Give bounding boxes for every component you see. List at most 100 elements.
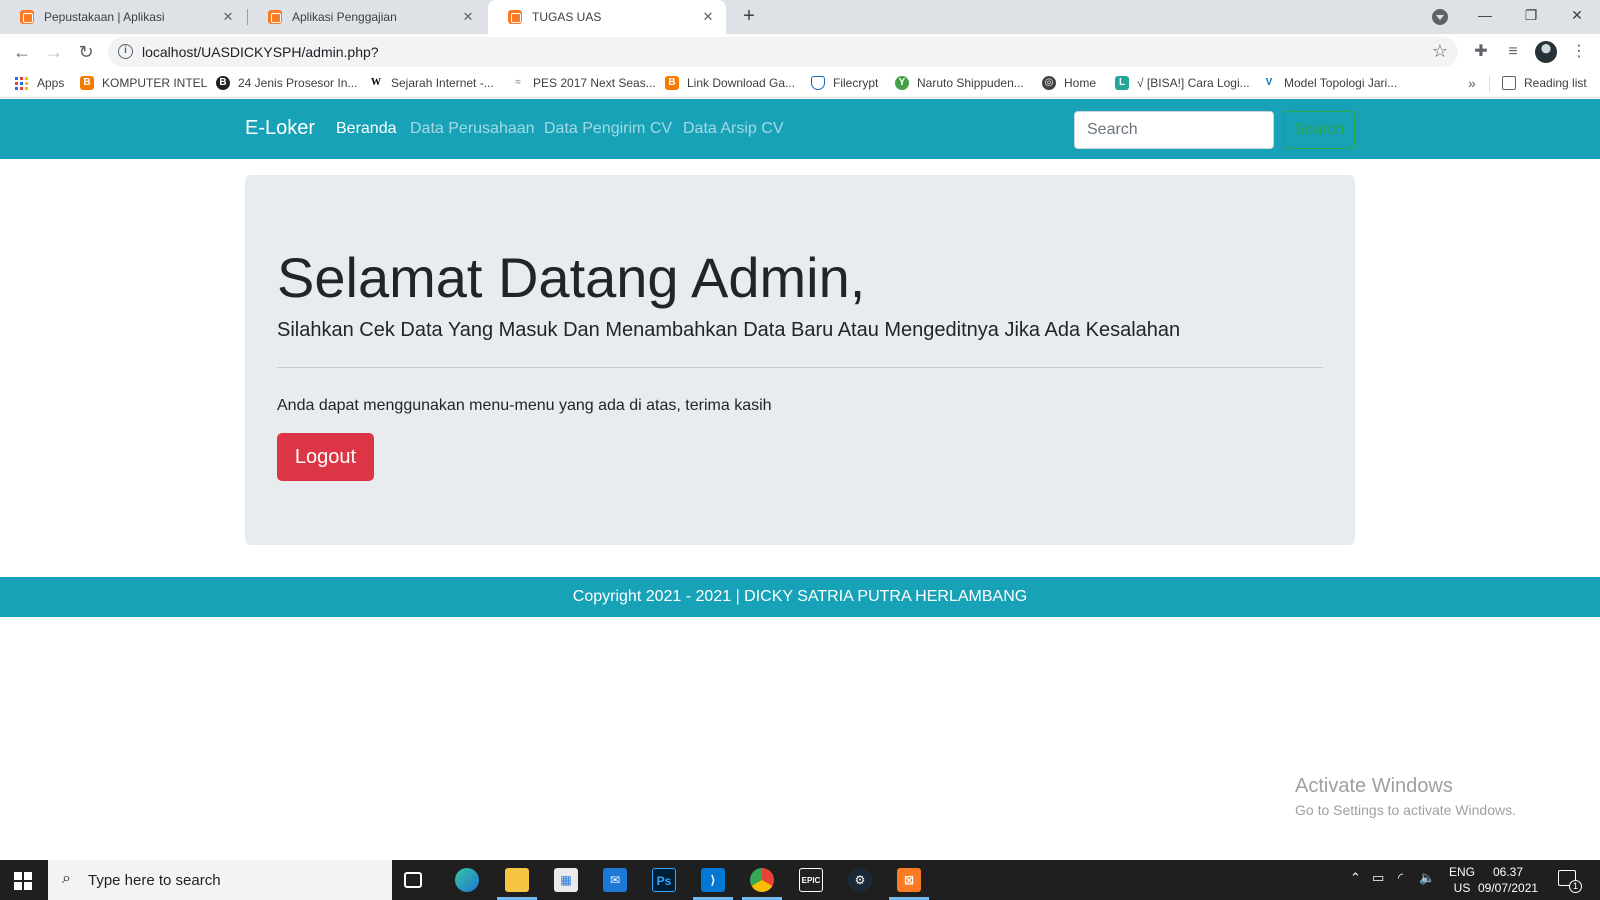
bookmark-label: √ [BISA!] Cara Logi... <box>1137 76 1250 90</box>
clock-time: 06.37 <box>1492 865 1524 879</box>
tab-pepustakaan[interactable]: Pepustakaan | Aplikasi ✕ <box>0 0 246 34</box>
divider <box>277 367 1323 368</box>
url-text[interactable]: localhost/UASDICKYSPH/admin.php? <box>142 44 379 60</box>
bookmark-star-icon[interactable]: ☆ <box>1432 41 1448 62</box>
bookmark-label: Sejarah Internet -... <box>391 76 494 90</box>
close-window-button[interactable]: ✕ <box>1554 0 1600 30</box>
globe-icon: ◎ <box>1042 76 1056 90</box>
bookmark-label: Apps <box>37 76 65 90</box>
chrome-icon[interactable] <box>750 868 774 892</box>
windows-start-icon[interactable] <box>14 872 32 890</box>
epic-games-icon[interactable]: EPIC <box>799 868 823 892</box>
tab-title: Aplikasi Penggajian <box>292 10 397 24</box>
bookmark-link-download[interactable]: B Link Download Ga... <box>665 76 795 90</box>
windows-taskbar: ⌕ Type here to search ▦ ✉ Ps ⟩ EPIC ⚙ ⊠ … <box>0 860 1600 900</box>
restore-button[interactable]: ❐ <box>1508 0 1554 30</box>
xampp-icon[interactable]: ⊠ <box>897 868 921 892</box>
minimize-button[interactable]: — <box>1462 0 1508 30</box>
nav-link-data-arsip-cv[interactable]: Data Arsip CV <box>683 120 783 138</box>
clock-date: 09/07/2021 <box>1478 881 1539 895</box>
info-icon[interactable]: i <box>118 44 133 59</box>
new-tab-button[interactable]: + <box>738 6 760 28</box>
nav-link-beranda[interactable]: Beranda <box>336 120 397 138</box>
reading-list-label: Reading list <box>1524 76 1587 90</box>
reading-list-icon <box>1502 76 1516 90</box>
bookmark-filecrypt[interactable]: Filecrypt <box>811 76 878 90</box>
steam-icon[interactable]: ⚙ <box>848 868 872 892</box>
pes-icon: ≈ <box>511 76 525 90</box>
taskbar-clock[interactable]: 06.37 09/07/2021 <box>1478 864 1538 896</box>
search-input[interactable] <box>1074 111 1274 149</box>
bookmark-naruto-shippuden[interactable]: Y Naruto Shippuden... <box>895 76 1024 90</box>
apps-grid-icon <box>15 76 28 90</box>
logout-button[interactable]: Logout <box>277 433 374 481</box>
back-arrow-icon[interactable]: ← <box>10 40 34 64</box>
chevron-double-right-icon[interactable]: » <box>1468 75 1476 91</box>
bookmark-24-jenis-prosesor[interactable]: B 24 Jenis Prosesor In... <box>216 76 357 90</box>
language-indicator[interactable]: ENG US <box>1447 864 1477 896</box>
volume-muted-icon[interactable]: 🔈 <box>1419 870 1435 886</box>
media-playlist-icon[interactable]: ≡ <box>1501 40 1525 64</box>
bookmark-label: Link Download Ga... <box>687 76 796 90</box>
bookmark-sejarah-internet[interactable]: W Sejarah Internet -... <box>369 76 494 90</box>
store-icon[interactable]: ▦ <box>554 868 578 892</box>
file-explorer-icon[interactable] <box>505 868 529 892</box>
bookmark-label: Model Topologi Jari... <box>1284 76 1398 90</box>
close-icon[interactable]: ✕ <box>460 9 476 25</box>
v-icon: V <box>1262 76 1276 90</box>
bookmark-home[interactable]: ◎ Home <box>1042 76 1096 90</box>
extensions-puzzle-icon[interactable]: ✚ <box>1469 40 1493 64</box>
blogger-icon: B <box>80 76 94 90</box>
activate-windows-title: Activate Windows <box>1295 775 1453 797</box>
bookmark-divider <box>1489 76 1490 92</box>
reload-icon[interactable]: ↻ <box>74 40 98 64</box>
tab-search-icon[interactable] <box>1432 9 1448 25</box>
activate-windows-subtitle: Go to Settings to activate Windows. <box>1295 802 1516 818</box>
battery-icon[interactable]: ▭ <box>1372 870 1384 886</box>
chevron-up-icon[interactable]: ⌃ <box>1350 870 1361 886</box>
vscode-icon[interactable]: ⟩ <box>701 868 725 892</box>
bookmark-apps[interactable]: Apps <box>15 76 64 90</box>
bookmark-komputer-intel[interactable]: B KOMPUTER INTEL <box>80 76 207 90</box>
search-button[interactable]: Search <box>1283 111 1355 149</box>
bookmark-label: PES 2017 Next Seas... <box>533 76 656 90</box>
nav-link-data-pengirim-cv[interactable]: Data Pengirim CV <box>544 120 672 138</box>
reading-list-button[interactable]: Reading list <box>1502 76 1587 90</box>
bookmark-model-topologi[interactable]: V Model Topologi Jari... <box>1262 76 1397 90</box>
search-icon: ⌕ <box>62 870 71 887</box>
notification-center-icon[interactable]: 1 <box>1558 870 1582 893</box>
xampp-favicon-icon <box>268 10 282 24</box>
tab-aplikasi-penggajian[interactable]: Aplikasi Penggajian ✕ <box>248 0 486 34</box>
kebab-menu-icon[interactable]: ⋮ <box>1567 40 1591 64</box>
nav-link-data-perusahaan[interactable]: Data Perusahaan <box>410 120 535 138</box>
bookmark-bisa-cara-login[interactable]: L √ [BISA!] Cara Logi... <box>1115 76 1250 90</box>
notification-count: 1 <box>1569 880 1582 893</box>
b-circle-icon: B <box>216 76 230 90</box>
close-icon[interactable]: ✕ <box>700 9 716 25</box>
close-icon[interactable]: ✕ <box>220 9 236 25</box>
site-navbar: E-Loker Beranda Data Perusahaan Data Pen… <box>0 99 1600 159</box>
tab-tugas-uas[interactable]: TUGAS UAS ✕ <box>488 0 726 34</box>
bookmark-pes-2017[interactable]: ≈ PES 2017 Next Seas... <box>511 76 656 90</box>
bookmark-label: Filecrypt <box>833 76 879 90</box>
blogger-icon: B <box>665 76 679 90</box>
task-view-icon[interactable] <box>404 872 422 888</box>
forward-arrow-icon[interactable]: → <box>42 40 66 64</box>
taskbar-search-box[interactable]: ⌕ Type here to search <box>48 860 392 900</box>
wifi-icon[interactable]: ◜ <box>1398 870 1403 886</box>
site-icon: L <box>1115 76 1129 90</box>
xampp-favicon-icon <box>508 10 522 24</box>
mail-icon[interactable]: ✉ <box>603 868 627 892</box>
navbar-brand[interactable]: E-Loker <box>245 117 315 140</box>
welcome-body: Anda dapat menggunakan menu-menu yang ad… <box>277 397 772 414</box>
shield-icon <box>811 76 825 90</box>
taskbar-search-placeholder: Type here to search <box>88 872 221 889</box>
edge-icon[interactable] <box>455 868 479 892</box>
browser-toolbar: ← → ↻ i localhost/UASDICKYSPH/admin.php?… <box>0 34 1600 70</box>
browser-tab-strip: Pepustakaan | Aplikasi ✕ Aplikasi Pengga… <box>0 0 1600 34</box>
photoshop-icon[interactable]: Ps <box>652 868 676 892</box>
xampp-favicon-icon <box>20 10 34 24</box>
bookmark-label: Home <box>1064 76 1097 90</box>
profile-avatar[interactable] <box>1535 41 1557 63</box>
address-bar[interactable]: i localhost/UASDICKYSPH/admin.php? ☆ <box>108 37 1458 67</box>
